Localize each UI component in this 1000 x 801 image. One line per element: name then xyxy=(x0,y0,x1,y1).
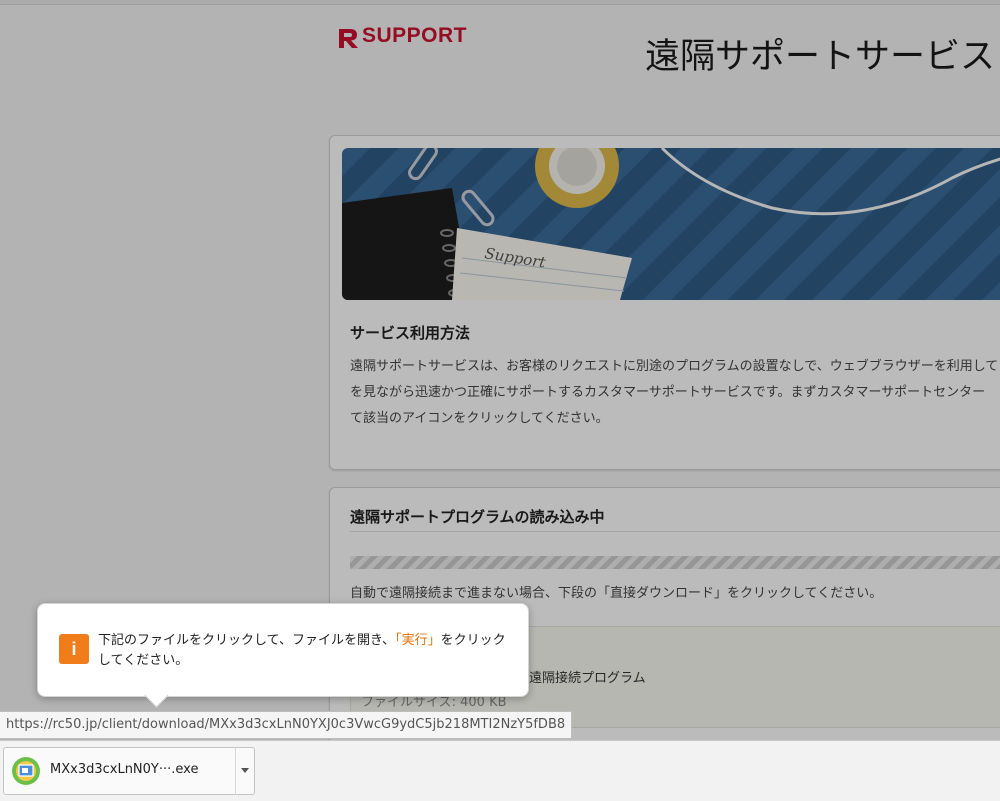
service-usage-card: Support サービス利用方法 遠隔サポートサービスは、お客様のリクエストに別… xyxy=(329,135,1000,470)
download-options-button[interactable] xyxy=(235,747,255,795)
download-shelf: MXx3d3cxLnN0Y···.exe xyxy=(0,740,1000,801)
download-hint-tooltip: i 下記のファイルをクリックして、ファイルを開き、「実行」をクリックしてください… xyxy=(37,603,529,708)
top-border xyxy=(0,0,1000,5)
logo-mark-icon xyxy=(338,25,360,48)
page-title: 遠隔サポートサービス xyxy=(645,37,996,77)
service-description-line-3: て該当のアイコンをクリックしてください。 xyxy=(350,411,609,426)
loading-heading: 遠隔サポートプログラムの読み込み中 xyxy=(350,508,605,526)
download-filename: MXx3d3cxLnN0Y···.exe xyxy=(50,762,199,777)
info-icon: i xyxy=(59,634,89,664)
tooltip-highlight-run: 「実行」 xyxy=(395,633,441,648)
card-divider xyxy=(350,531,1000,532)
status-url-bar: https://rc50.jp/client/download/MXx3d3cx… xyxy=(0,711,573,739)
tooltip-text-part-1: 下記のファイルをクリックして、ファイルを開き、 xyxy=(98,633,396,648)
tooltip-message: 下記のファイルをクリックして、ファイルを開き、「実行」をクリックしてください。 xyxy=(98,631,518,671)
service-usage-heading: サービス利用方法 xyxy=(350,324,471,342)
program-label: の遠隔接続プログラム xyxy=(516,671,646,686)
logo-text: SUPPORT xyxy=(362,24,468,47)
service-description-line-1: 遠隔サポートサービスは、お客様のリクエストに別途のプログラムの設置なしで、ウェブ… xyxy=(350,359,999,374)
support-banner-image: Support xyxy=(342,148,1000,300)
loading-progress-bar xyxy=(350,556,1000,569)
installer-file-icon xyxy=(10,755,42,787)
chevron-down-icon xyxy=(241,768,249,773)
service-description-line-2: を見ながら迅速かつ正確にサポートするカスタマーサポートサービスです。まずカスタマ… xyxy=(350,385,986,400)
download-item[interactable]: MXx3d3cxLnN0Y···.exe xyxy=(3,747,237,795)
rsupport-logo[interactable]: SUPPORT xyxy=(338,22,467,50)
